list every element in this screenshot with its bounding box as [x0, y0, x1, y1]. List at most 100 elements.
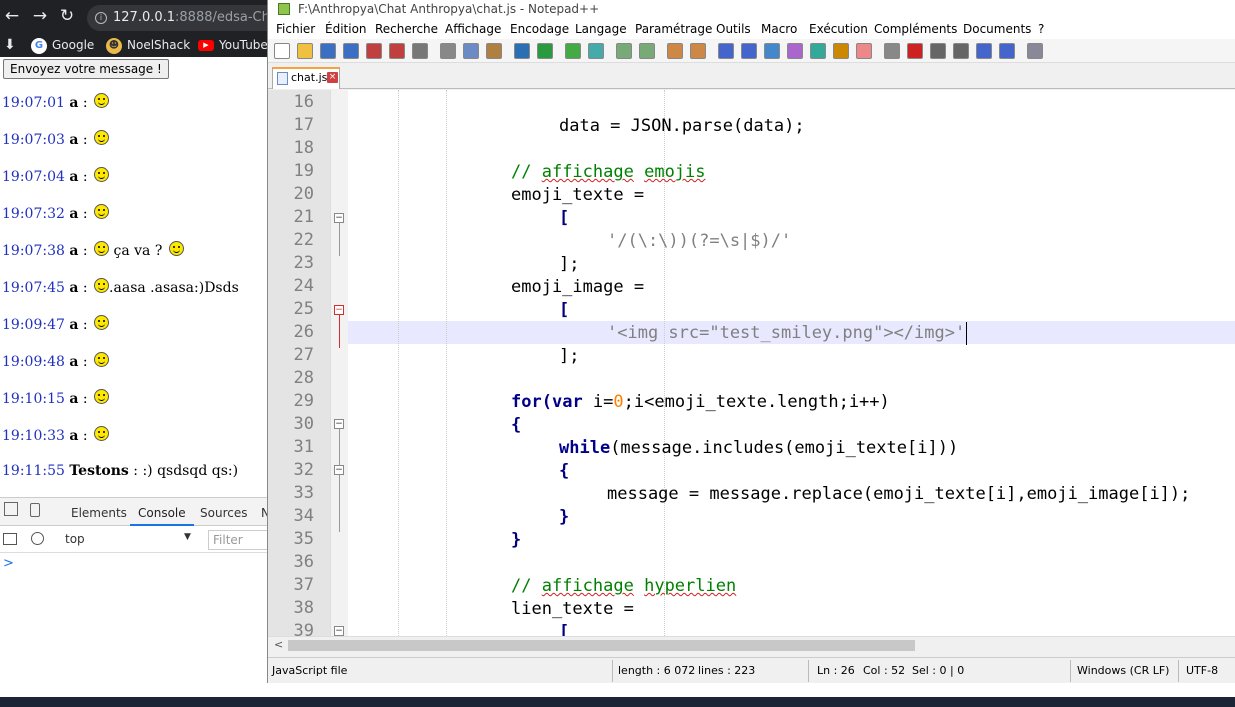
- horizontal-scrollbar[interactable]: <: [268, 636, 1235, 653]
- device-toolbar-icon[interactable]: [30, 503, 40, 517]
- tab-elements[interactable]: Elements: [71, 498, 127, 526]
- scrollbar-thumb[interactable]: [288, 640, 915, 651]
- close-all-icon[interactable]: [389, 43, 405, 59]
- tab-chat-js[interactable]: chat.js ×: [272, 67, 340, 89]
- doc-map-icon[interactable]: [810, 43, 826, 59]
- menu-item[interactable]: Macro: [761, 19, 797, 39]
- fold-collapse-icon[interactable]: −: [334, 465, 344, 475]
- fold-line: [339, 218, 340, 256]
- code-line-21: [: [559, 208, 570, 228]
- redo-icon[interactable]: [537, 43, 553, 59]
- download-icon[interactable]: ⬇: [4, 35, 16, 55]
- fold-collapse-icon[interactable]: −: [334, 305, 344, 315]
- replace-icon[interactable]: [588, 43, 604, 59]
- code-area[interactable]: data = JSON.parse(data); // affichage em…: [348, 90, 1235, 636]
- close-tab-icon[interactable]: ×: [327, 72, 338, 83]
- bookmark-noelshack[interactable]: ☻ NoelShack: [106, 35, 190, 55]
- all-chars-icon[interactable]: [741, 43, 757, 59]
- console-prompt[interactable]: >: [3, 556, 14, 571]
- menu-item[interactable]: Fichier: [276, 19, 315, 39]
- message-time: 19:10:33: [2, 428, 65, 444]
- code-line-22: '/(\:\))(?=\s|$)/': [607, 231, 792, 251]
- udl-icon[interactable]: [787, 43, 803, 59]
- code-editor[interactable]: 16 17 18 19 20 21 22 23 24 25 26 27 28 29 30 31 32 33 34 35…: [268, 90, 1235, 636]
- play-macro-icon[interactable]: [953, 43, 969, 59]
- tab-console[interactable]: Console: [130, 498, 194, 526]
- chevron-down-icon[interactable]: ▼: [184, 532, 191, 542]
- back-icon[interactable]: ←: [2, 5, 22, 27]
- line-number: 30: [293, 414, 314, 434]
- smiley-icon: [94, 241, 110, 256]
- status-length: length : 6 072: [618, 664, 696, 677]
- context-selector[interactable]: top: [65, 532, 85, 546]
- scroll-left-icon[interactable]: <: [274, 637, 283, 653]
- save-all-icon[interactable]: [343, 43, 359, 59]
- folder-workspace-icon[interactable]: [856, 43, 872, 59]
- fold-collapse-icon[interactable]: −: [334, 419, 344, 429]
- message-separator: :: [128, 463, 143, 479]
- menu-item[interactable]: Compléments: [874, 19, 957, 39]
- record-macro-icon[interactable]: [907, 43, 923, 59]
- bookmark-youtube[interactable]: ▶ YouTube: [198, 35, 268, 55]
- forward-icon[interactable]: →: [30, 5, 50, 27]
- paste-icon[interactable]: [486, 43, 502, 59]
- new-icon[interactable]: [274, 43, 290, 59]
- code-line-32: {: [559, 461, 570, 481]
- stop-macro-icon[interactable]: [930, 43, 946, 59]
- status-col: Col : 52: [863, 664, 906, 677]
- tab-sources[interactable]: Sources: [200, 498, 247, 526]
- status-separator: [808, 660, 809, 682]
- menu-item[interactable]: Encodage: [510, 19, 569, 39]
- console-toolbar: top ▼ Filter: [0, 527, 278, 553]
- sync-h-icon[interactable]: [690, 43, 706, 59]
- send-message-button[interactable]: Envoyez votre message !: [3, 59, 169, 79]
- menu-item[interactable]: ?: [1038, 19, 1044, 39]
- menu-item[interactable]: Paramétrage: [635, 19, 712, 39]
- print-icon[interactable]: [412, 43, 428, 59]
- fold-collapse-icon[interactable]: −: [334, 626, 344, 636]
- fold-collapse-icon[interactable]: −: [334, 213, 344, 223]
- line-number: 39: [293, 621, 314, 636]
- status-sel: Sel : 0 | 0: [912, 664, 965, 677]
- menu-item[interactable]: Édition: [325, 19, 367, 39]
- save-icon[interactable]: [320, 43, 336, 59]
- fold-line: [339, 310, 340, 348]
- line-number: 27: [293, 345, 314, 365]
- cut-icon[interactable]: [440, 43, 456, 59]
- address-bar[interactable]: i 127.0.0.1:8888/edsa-Chat: [87, 5, 287, 31]
- inspect-icon[interactable]: [4, 502, 18, 516]
- sidebar-toggle-icon[interactable]: [3, 533, 17, 545]
- status-separator: [1178, 660, 1179, 682]
- site-info-icon[interactable]: i: [95, 12, 107, 24]
- line-number: 25: [293, 299, 314, 319]
- zoom-in-icon[interactable]: [616, 43, 632, 59]
- toolbar: [268, 39, 1235, 63]
- chat-message: 19:07:04 a :: [2, 167, 110, 185]
- func-list-icon[interactable]: [833, 43, 849, 59]
- menu-item[interactable]: Outils: [716, 19, 751, 39]
- spellcheck-icon[interactable]: [1027, 43, 1043, 59]
- find-icon[interactable]: [565, 43, 581, 59]
- bookmark-google[interactable]: G Google: [31, 35, 94, 55]
- save-macro-icon[interactable]: [999, 43, 1015, 59]
- undo-icon[interactable]: [514, 43, 530, 59]
- menu-item[interactable]: Exécution: [809, 19, 868, 39]
- menu-item[interactable]: Affichage: [445, 19, 501, 39]
- reload-icon[interactable]: ↻: [57, 5, 77, 27]
- run-macro-multiple-icon[interactable]: [976, 43, 992, 59]
- indent-guide-icon[interactable]: [764, 43, 780, 59]
- clear-console-icon[interactable]: [31, 532, 44, 545]
- sync-v-icon[interactable]: [667, 43, 683, 59]
- menu-item[interactable]: Recherche: [375, 19, 438, 39]
- wrap-icon[interactable]: [718, 43, 734, 59]
- copy-icon[interactable]: [463, 43, 479, 59]
- message-time: 19:09:47: [2, 317, 65, 333]
- open-icon[interactable]: [297, 43, 313, 59]
- menu-item[interactable]: Langage: [575, 19, 627, 39]
- status-separator: [1070, 660, 1071, 682]
- menu-item[interactable]: Documents: [963, 19, 1031, 39]
- close-icon[interactable]: [366, 43, 382, 59]
- message-time: 19:07:38: [2, 243, 65, 259]
- monitor-icon[interactable]: [884, 43, 900, 59]
- zoom-out-icon[interactable]: [639, 43, 655, 59]
